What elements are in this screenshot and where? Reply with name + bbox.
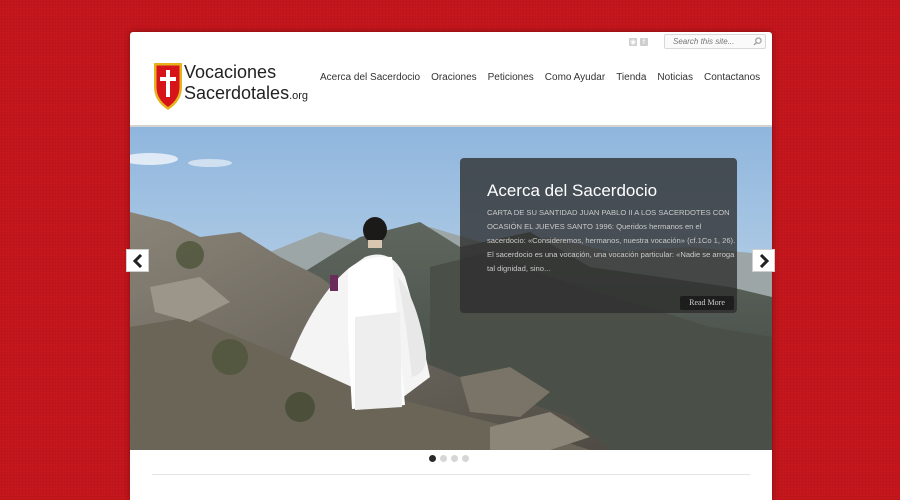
chevron-right-icon [759,254,770,268]
logo-text-line2: Sacerdotales.org [184,83,308,104]
logo-text-line1: Vocaciones [184,62,277,82]
cross-shield-icon [154,63,182,110]
slider-prev-button[interactable] [126,249,149,272]
slider-dot-1[interactable] [429,455,436,462]
slider-dot-4[interactable] [462,455,469,462]
slider-dot-3[interactable] [451,455,458,462]
content-divider [152,474,750,475]
caption-excerpt: CARTA DE SU SANTIDAD JUAN PABLO II A LOS… [487,208,736,273]
search-box [664,34,766,49]
nav-item-noticias[interactable]: Noticias [657,72,693,84]
facebook-icon[interactable]: f [640,38,648,46]
nav-item-peticiones[interactable]: Peticiones [488,72,534,84]
slider-pagination [429,455,469,462]
social-links: ◉ f [629,38,648,46]
logo-text-main: Sacerdotales [184,83,290,103]
search-icon[interactable] [753,37,762,46]
nav-item-tienda[interactable]: Tienda [616,72,646,84]
page-container: ◉ f Vocaciones Sacerdotales.org Acerca d… [130,32,772,500]
rss-icon[interactable]: ◉ [629,38,637,46]
read-more-button[interactable]: Read More [680,296,734,310]
nav-item-contactanos[interactable]: Contactanos [704,72,760,84]
logo-text-suffix: .org [289,90,309,102]
nav-item-acerca[interactable]: Acerca del Sacerdocio [320,72,420,84]
slider-next-button[interactable] [752,249,775,272]
nav-item-oraciones[interactable]: Oraciones [431,72,477,84]
caption-title[interactable]: Acerca del Sacerdocio [487,181,657,201]
chevron-left-icon [132,254,143,268]
featured-slider: Acerca del Sacerdocio CARTA DE SU SANTID… [130,127,772,450]
main-nav: Acerca del Sacerdocio Oraciones Peticion… [320,72,760,84]
slider-dot-2[interactable] [440,455,447,462]
slide-caption: Acerca del Sacerdocio CARTA DE SU SANTID… [460,158,737,313]
nav-item-como-ayudar[interactable]: Como Ayudar [545,72,605,84]
search-input[interactable] [665,35,761,48]
